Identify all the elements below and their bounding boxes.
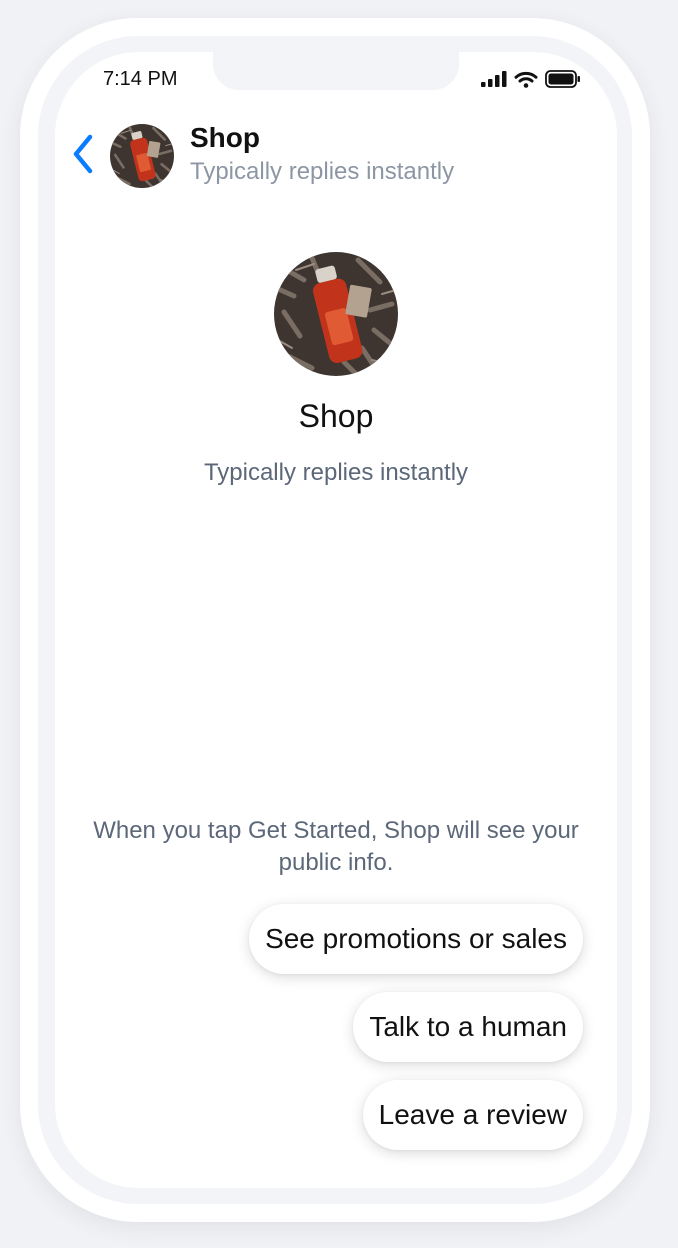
shop-avatar-small[interactable] [110, 124, 174, 188]
chevron-left-icon [73, 134, 93, 174]
header-subtitle: Typically replies instantly [190, 158, 455, 185]
chat-header: Shop Typically replies instantly [55, 120, 617, 200]
header-title: Shop [190, 122, 260, 153]
shop-avatar-large [274, 252, 398, 376]
quick-reply-promotions-button[interactable]: See promotions or sales [249, 904, 583, 974]
hot-sauce-bottle-image [110, 124, 174, 188]
quick-reply-review-button[interactable]: Leave a review [362, 1080, 583, 1150]
battery-icon [545, 70, 580, 88]
profile-name: Shop [298, 398, 374, 434]
status-time: 7:14 PM [103, 68, 178, 90]
back-button[interactable] [67, 132, 99, 176]
messenger-screen: 7:14 PM Shop Typically replies instantly… [55, 52, 617, 1188]
phone-notch [213, 52, 459, 90]
quick-reply-human-button[interactable]: Talk to a human [353, 992, 583, 1062]
wifi-icon [514, 71, 538, 88]
cellular-signal-icon [481, 71, 507, 87]
hot-sauce-bottle-image [274, 252, 398, 376]
profile-subtitle: Typically replies instantly [203, 459, 469, 486]
privacy-notice: When you tap Get Started, Shop will see … [93, 817, 579, 876]
status-icons [481, 70, 581, 88]
